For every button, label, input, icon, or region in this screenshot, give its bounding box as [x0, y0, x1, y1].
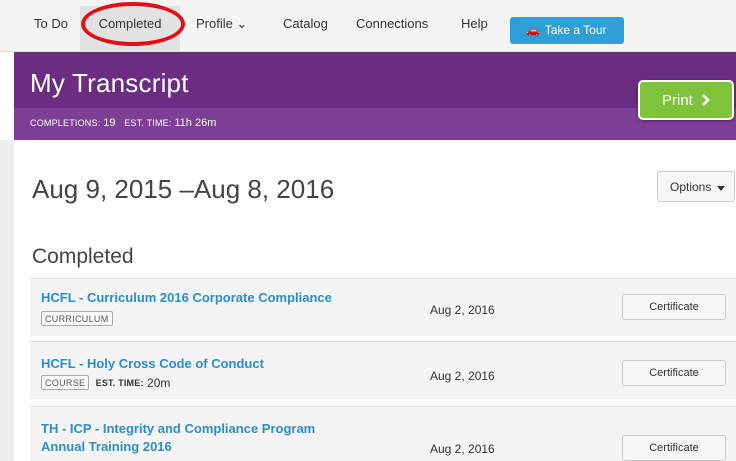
car-icon: 🚗 [526, 25, 540, 37]
certificate-button[interactable]: Certificate [622, 435, 726, 461]
nav-profile[interactable]: Profile ⌄ [196, 16, 247, 32]
completion-date: Aug 2, 2016 [430, 369, 495, 383]
est-time-label: EST. TIME: [95, 377, 144, 388]
type-badge: COURSE [41, 375, 90, 391]
record-title-link[interactable]: HCFL - Holy Cross Code of Conduct [41, 355, 264, 372]
record-title-link[interactable]: HCFL - Curriculum 2016 Corporate Complia… [41, 289, 332, 306]
completions-value: 19 [103, 117, 116, 129]
chevron-right-icon [701, 93, 710, 110]
take-a-tour-button[interactable]: 🚗 Take a Tour [510, 17, 624, 44]
completion-date: Aug 2, 2016 [430, 442, 495, 456]
est-time-value: 11h 26m [174, 117, 217, 129]
nav-completed[interactable]: Completed [80, 6, 180, 52]
transcript-row: HCFL - Curriculum 2016 Corporate Complia… [30, 278, 736, 336]
type-badge: CURRICULUM [41, 311, 113, 327]
options-button[interactable]: Options [657, 171, 735, 202]
print-button[interactable]: Print [638, 80, 734, 120]
transcript-row: TH - ICP - Integrity and Compliance Prog… [30, 406, 736, 461]
options-label: Options [670, 180, 712, 194]
top-navigation: To Do Completed Profile ⌄ Catalog Connec… [0, 0, 736, 52]
completions-label: COMPLETIONS: [30, 118, 101, 128]
est-time-label: EST. TIME: [124, 118, 172, 128]
nav-help[interactable]: Help [461, 16, 488, 31]
record-title-link[interactable]: TH - ICP - Integrity and Compliance Prog… [41, 420, 315, 437]
record-title-link-line2[interactable]: Annual Training 2016 [41, 438, 172, 455]
completion-date: Aug 2, 2016 [430, 303, 495, 317]
date-range: Aug 9, 2015 –Aug 8, 2016 [32, 174, 335, 204]
record-meta: COURSE EST. TIME: 20m [41, 375, 171, 391]
print-label: Print [661, 92, 693, 109]
nav-todo[interactable]: To Do [34, 16, 68, 31]
left-rail [0, 140, 14, 461]
est-time-value: 20m [147, 375, 171, 390]
certificate-button[interactable]: Certificate [622, 360, 726, 386]
caret-down-icon [716, 181, 725, 195]
take-a-tour-label: Take a Tour [544, 23, 607, 37]
transcript-header: My Transcript COMPLETIONS: 19 EST. TIME:… [14, 52, 736, 140]
page-title: My Transcript [30, 68, 189, 98]
record-meta: CURRICULUM [41, 311, 113, 327]
section-title: Completed [32, 245, 134, 268]
transcript-row: HCFL - Holy Cross Code of Conduct COURSE… [30, 341, 736, 399]
transcript-stats: COMPLETIONS: 19 EST. TIME: 11h 26m [14, 108, 736, 140]
nav-catalog[interactable]: Catalog [283, 16, 328, 31]
nav-connections[interactable]: Connections [356, 16, 428, 31]
certificate-button[interactable]: Certificate [622, 294, 726, 320]
